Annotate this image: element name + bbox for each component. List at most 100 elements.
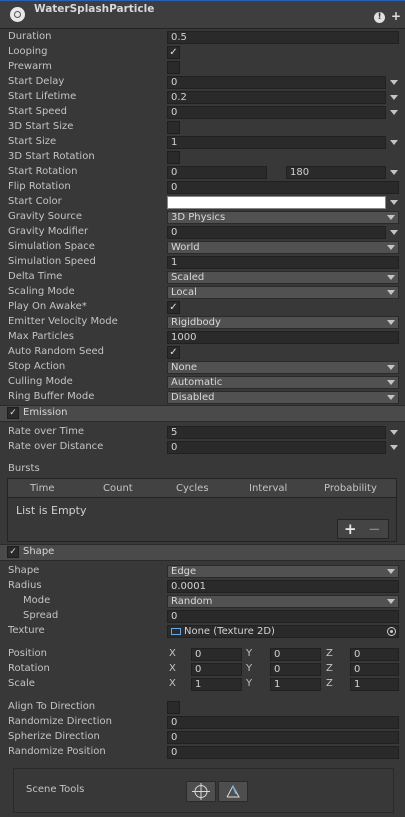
randomize-direction-label: Randomize Direction [8,716,112,727]
add-icon[interactable]: + [391,9,401,23]
curve-mode-icon[interactable] [390,80,398,85]
gravity-modifier-input[interactable]: 0 [167,226,386,239]
auto-random-seed-checkbox[interactable]: ✓ [167,346,180,359]
axis-label-x: X [169,663,176,674]
duration-input[interactable]: 0.5 [167,31,399,44]
emitter-velocity-mode-row: Emitter Velocity Mode Rigidbody [0,315,405,330]
randomize-position-input[interactable]: 0 [167,746,399,759]
start-delay-input[interactable]: 0 [167,76,386,89]
chevron-down-icon [387,215,395,220]
emission-enabled-checkbox[interactable]: ✓ [7,407,19,419]
stop-action-dropdown[interactable]: None [167,361,399,374]
shape-enabled-checkbox[interactable]: ✓ [7,546,19,558]
looping-checkbox[interactable]: ✓ [167,46,180,59]
start-lifetime-input[interactable]: 0.2 [167,91,386,104]
start-speed-input[interactable]: 0 [167,106,386,119]
align-to-direction-row: Align To Direction [0,700,405,715]
rate-over-distance-row: Rate over Distance 0 [0,440,405,455]
culling-mode-row: Culling Mode Automatic [0,375,405,390]
gravity-modifier-row: Gravity Modifier 0 [0,225,405,240]
shape-edit-button[interactable] [218,781,248,802]
3d-start-rotation-checkbox[interactable] [167,151,180,164]
curve-mode-icon[interactable] [390,200,398,205]
gravity-source-dropdown[interactable]: 3D Physics [167,211,399,224]
curve-mode-icon[interactable] [390,110,398,115]
curve-mode-icon[interactable] [390,170,398,175]
start-lifetime-label: Start Lifetime [8,91,77,102]
align-to-direction-checkbox[interactable] [167,701,180,714]
start-size-input[interactable]: 1 [167,136,386,149]
axis-label-z: Z [326,648,333,659]
3d-start-size-checkbox[interactable] [167,121,180,134]
position-z-input[interactable]: 0 [350,648,399,661]
position-y-input[interactable]: 0 [270,648,321,661]
emission-section-header[interactable]: ✓ Emission [0,405,405,422]
rate-over-time-input[interactable]: 5 [167,426,386,439]
radius-input[interactable]: 0.0001 [167,580,399,593]
start-rotation-min-input[interactable]: 0 [167,166,267,179]
max-particles-input[interactable]: 1000 [167,331,399,344]
prewarm-checkbox[interactable] [167,61,180,74]
play-on-awake-checkbox[interactable]: ✓ [167,301,180,314]
position-x-input[interactable]: 0 [191,648,242,661]
scale-x-input[interactable]: 1 [191,678,242,691]
shape-type-dropdown[interactable]: Edge [167,565,399,578]
randomize-direction-row: Randomize Direction 0 [0,715,405,730]
play-on-awake-row: Play On Awake* ✓ [0,300,405,315]
remove-burst-button[interactable]: − [368,520,381,538]
shape-section-header[interactable]: ✓ Shape [0,544,405,561]
scaling-mode-dropdown[interactable]: Local [167,286,399,299]
gravity-source-label: Gravity Source [8,211,83,222]
emitter-velocity-mode-dropdown[interactable]: Rigidbody [167,316,399,329]
mode-value: Random [171,596,213,607]
3d-start-rotation-label: 3D Start Rotation [8,151,95,162]
mode-dropdown[interactable]: Random [167,595,399,608]
spherize-direction-input[interactable]: 0 [167,731,399,744]
bursts-column-time: Time [30,483,55,494]
start-rotation-max-input[interactable]: 180 [286,166,386,179]
chevron-down-icon [387,290,395,295]
randomize-direction-input[interactable]: 0 [167,716,399,729]
bursts-column-cycles: Cycles [176,483,209,494]
stop-action-value: None [171,362,198,373]
curve-mode-icon[interactable] [390,95,398,100]
flip-rotation-input[interactable]: 0 [167,181,399,194]
ring-buffer-mode-dropdown[interactable]: Disabled [167,391,399,404]
spherize-direction-row: Spherize Direction 0 [0,730,405,745]
ring-buffer-mode-label: Ring Buffer Mode [8,391,95,402]
simulation-space-dropdown[interactable]: World [167,241,399,254]
culling-mode-dropdown[interactable]: Automatic [167,376,399,389]
curve-mode-icon[interactable] [390,445,398,450]
shape-type-value: Edge [171,566,197,577]
start-color-row: Start Color [0,195,405,210]
rotation-z-input[interactable]: 0 [350,663,399,676]
bursts-column-interval: Interval [249,483,288,494]
simulation-speed-input[interactable]: 1 [167,256,399,269]
help-icon[interactable]: ! [374,12,385,23]
add-burst-button[interactable]: + [344,520,357,538]
ring-buffer-mode-row: Ring Buffer Mode Disabled [0,390,405,405]
shape-gizmo-button[interactable] [186,781,216,802]
curve-mode-icon[interactable] [390,140,398,145]
axis-label-y: Y [246,678,253,689]
scale-y-input[interactable]: 1 [270,678,321,691]
curve-mode-icon[interactable] [390,430,398,435]
scale-z-input[interactable]: 1 [350,678,399,691]
bursts-label-row: Bursts [0,462,405,477]
rotation-x-input[interactable]: 0 [191,663,242,676]
position-row: Position X 0 Y 0 Z 0 [0,647,405,662]
spherize-direction-label: Spherize Direction [8,731,100,742]
texture-object-field[interactable]: None (Texture 2D) [167,625,399,638]
start-color-swatch[interactable] [167,196,386,209]
texture-value: None (Texture 2D) [184,626,275,637]
curve-mode-icon[interactable] [390,230,398,235]
rate-over-time-row: Rate over Time 5 [0,425,405,440]
delta-time-dropdown[interactable]: Scaled [167,271,399,284]
axis-label-y: Y [246,663,253,674]
object-picker-icon[interactable] [387,627,396,636]
start-delay-row: Start Delay 0 [0,75,405,90]
spread-input[interactable]: 0 [167,610,399,623]
rate-over-distance-input[interactable]: 0 [167,441,386,454]
radius-label: Radius [8,580,42,591]
rotation-y-input[interactable]: 0 [270,663,321,676]
